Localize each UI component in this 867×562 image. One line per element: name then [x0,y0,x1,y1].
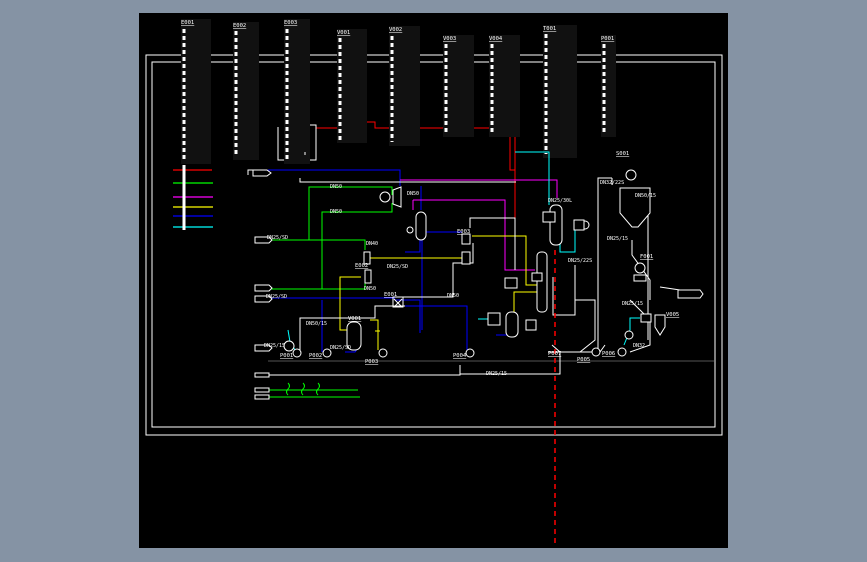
line-label: DN25/SD [387,264,408,270]
line-label: DN25/SD [267,235,288,241]
compressor-symbol [392,186,402,208]
pump-symbol [379,191,391,203]
block-v004 [489,35,520,137]
equipment-symbols [252,169,704,400]
line-labels: DN50 DN50 DN50 DN25/SD DN40 DN50 DN50 DN… [264,180,656,377]
drawing-frame [145,54,723,436]
green-pipes [268,186,393,398]
tag-p006: P006 [602,351,615,357]
line-label: DN32/22S [600,180,624,186]
tag-label: V001 [337,30,350,36]
tower-t001 [549,204,563,246]
line-label: DN25/SD [266,294,287,300]
tag-p005: P005 [577,357,590,363]
line-legend [173,165,213,230]
tag-label: V002 [389,27,402,33]
white-pipes [247,124,714,376]
block-v003 [443,35,474,137]
pump-p001 [292,348,302,358]
tag-v005: V005 [666,312,679,318]
tag-f001: F001 [640,254,653,260]
line-label: DN25/30L [548,198,572,204]
process-flow-diagram: E001 E002 E003 V001 V002 V003 V004 T001 … [145,19,723,545]
line-label: DN25/15 [622,301,643,307]
line-label: DN25/15 [486,371,507,377]
tag-p003: P003 [365,359,378,365]
tag-p002: P002 [309,353,322,359]
tag-label: V003 [443,36,456,42]
drum-v004 [505,311,519,338]
tag-s001: S001 [616,151,629,157]
tag-label: P001 [601,36,614,42]
tag-label: E003 [284,20,297,26]
line-label: DN25/22S [568,258,592,264]
line-label: DN50/15 [635,193,656,199]
line-label: DN25/SD [330,345,351,351]
tag-e001: E001 [384,292,397,298]
line-label: DN25/15 [607,236,628,242]
tag-e003: E003 [457,229,470,235]
line-label: DN50 [447,293,459,299]
equipment-header-blocks [181,19,616,164]
line-label: DN25/15 [264,343,285,349]
block-v002 [389,26,420,146]
line-label: DN50 [364,286,376,292]
cad-drawing-canvas[interactable]: E001 E002 E003 V001 V002 V003 V004 T001 … [139,13,728,548]
line-label: DN50 [407,191,419,197]
block-t001 [543,25,577,158]
line-label: DN50 [330,209,342,215]
drum-v001 [415,211,427,241]
pump-p003 [378,348,388,358]
pump-p006 [617,347,627,357]
pump-p005 [591,347,601,357]
pump-p004 [465,348,475,358]
tag-p004: P004 [453,353,467,359]
tag-label: E001 [181,20,194,26]
separator-v005 [654,314,666,336]
tag-p007: P007 [548,351,561,357]
line-label: DN32 [633,343,645,349]
tag-label: E002 [233,23,246,29]
tag-p001: P001 [280,353,293,359]
line-label: DN50/15 [306,321,327,327]
filter-f001 [634,262,646,274]
line-label: DN50 [330,184,342,190]
reboiler [536,251,548,313]
tag-e002: E002 [355,263,368,269]
tag-label: V004 [489,36,503,42]
tag-label: T001 [543,26,556,32]
tag-v001: V001 [348,316,361,322]
line-label: DN40 [366,241,378,247]
